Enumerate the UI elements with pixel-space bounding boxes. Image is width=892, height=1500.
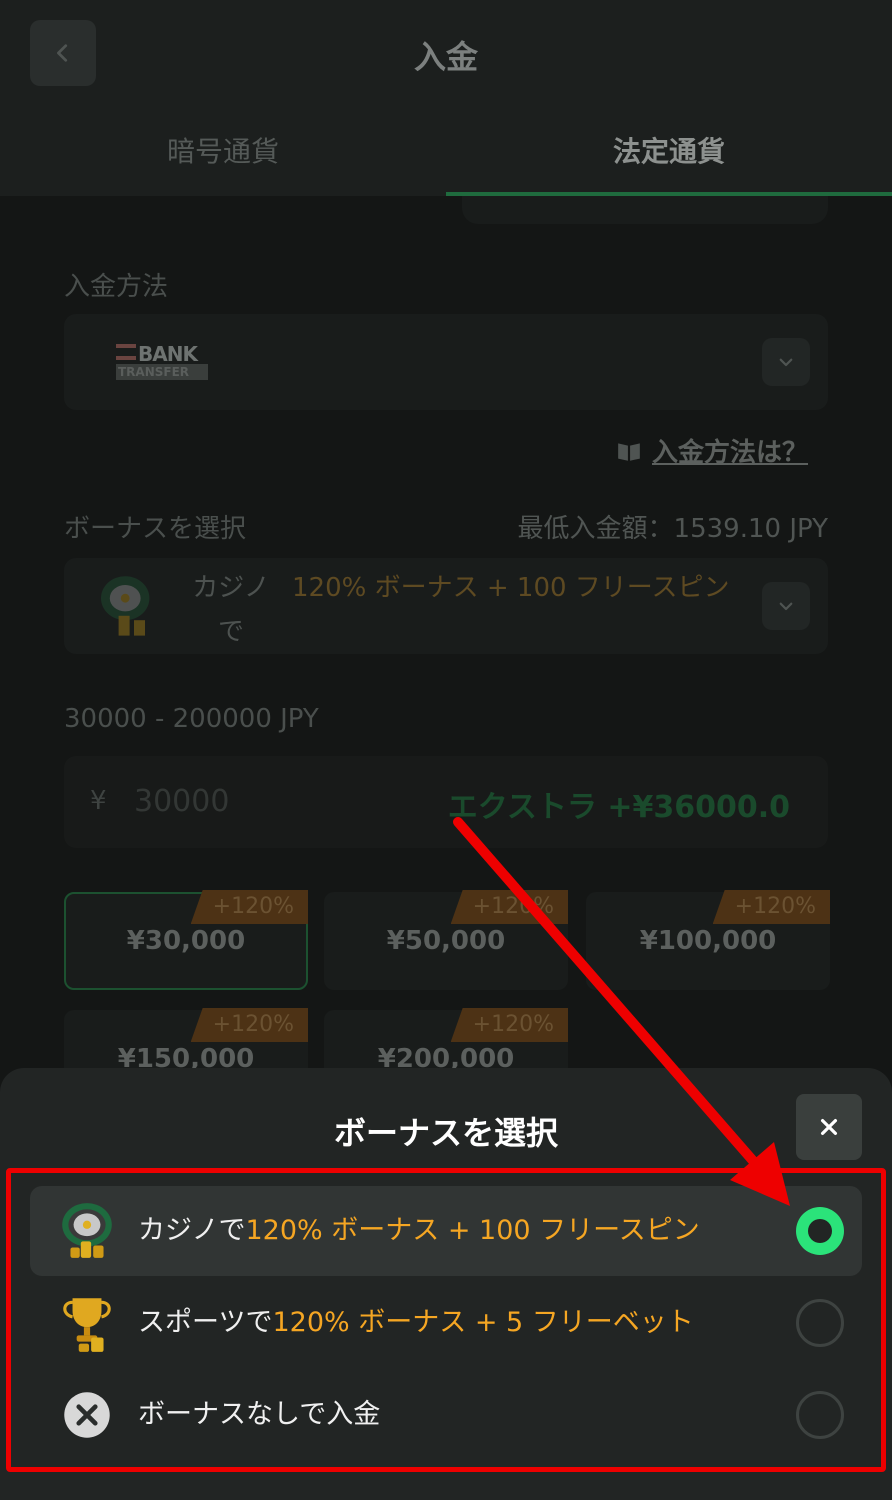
radio-unselected[interactable] — [796, 1391, 844, 1439]
bonus-option-label: スポーツで120% ボーナス + 5 フリーベット — [138, 1307, 694, 1338]
sheet-title: ボーナスを選択 — [333, 1114, 558, 1152]
bonus-option-none[interactable]: ボーナスなしで入金 — [30, 1370, 862, 1460]
roulette-icon — [101, 576, 150, 636]
deposit-method-label: 入金方法 — [64, 272, 169, 302]
quick-amount-chip[interactable]: +120% ¥100,000 — [586, 890, 830, 990]
bonus-option-sports[interactable]: スポーツで120% ボーナス + 5 フリーベット — [30, 1278, 862, 1368]
close-icon — [820, 1118, 838, 1136]
bonus-select-prefix: カジノで — [192, 573, 270, 647]
book-icon — [618, 442, 640, 461]
extra-bonus-amount: エクストラ +¥36000.0 — [447, 790, 790, 825]
quick-amount-chip[interactable]: +120% ¥30,000 — [64, 890, 308, 990]
bank-transfer-logo: BANK TRANSFER — [116, 344, 208, 382]
tab-crypto[interactable]: 暗号通貨 — [0, 104, 446, 196]
currency-symbol: ¥ — [90, 786, 107, 816]
amount-range: 30000 - 200000 JPY — [64, 704, 319, 734]
page-title: 入金 — [413, 38, 478, 76]
chevron-down-icon — [779, 602, 793, 611]
header: 入金 — [0, 0, 892, 104]
tab-fiat[interactable]: 法定通貨 — [446, 104, 892, 196]
bonus-percent-badge: +120% — [450, 1008, 568, 1042]
radio-selected[interactable] — [796, 1207, 844, 1255]
quick-amount-value: ¥50,000 — [386, 926, 506, 956]
bonus-option-label: カジノで120% ボーナス + 100 フリースピン — [138, 1215, 700, 1246]
chevron-down-icon — [779, 358, 793, 367]
quick-amount-value: ¥30,000 — [126, 926, 246, 956]
deposit-method-help-link[interactable]: 入金方法は？ — [616, 432, 808, 469]
bonus-percent-badge: +120% — [450, 890, 568, 924]
quick-amount-value: ¥100,000 — [639, 926, 777, 956]
bonus-option-label: ボーナスなしで入金 — [138, 1399, 381, 1430]
min-deposit-text: 最低入金額：1539.10 JPY — [517, 514, 828, 544]
roulette-icon — [62, 1203, 112, 1258]
bonus-option-casino[interactable]: カジノで120% ボーナス + 100 フリースピン — [30, 1186, 862, 1276]
bonus-percent-badge: +120% — [190, 1008, 308, 1042]
previous-field-edge — [462, 196, 828, 224]
amount-placeholder: 30000 — [134, 784, 230, 819]
bonus-percent-badge: +120% — [190, 890, 308, 924]
currency-tabs: 暗号通貨 法定通貨 — [0, 104, 892, 196]
deposit-method-dropdown-button[interactable] — [762, 338, 810, 386]
radio-unselected[interactable] — [796, 1299, 844, 1347]
quick-amount-chip[interactable]: +120% ¥50,000 — [324, 890, 568, 990]
bonus-dropdown-button[interactable] — [762, 582, 810, 630]
bonus-percent-badge: +120% — [712, 890, 830, 924]
bonus-label: ボーナスを選択 — [64, 514, 247, 544]
close-button[interactable] — [796, 1094, 862, 1160]
bonus-select-highlight: 120% ボーナス + 100 フリースピン — [292, 573, 730, 603]
close-circle-icon — [64, 1392, 110, 1438]
trophy-icon — [63, 1298, 111, 1352]
